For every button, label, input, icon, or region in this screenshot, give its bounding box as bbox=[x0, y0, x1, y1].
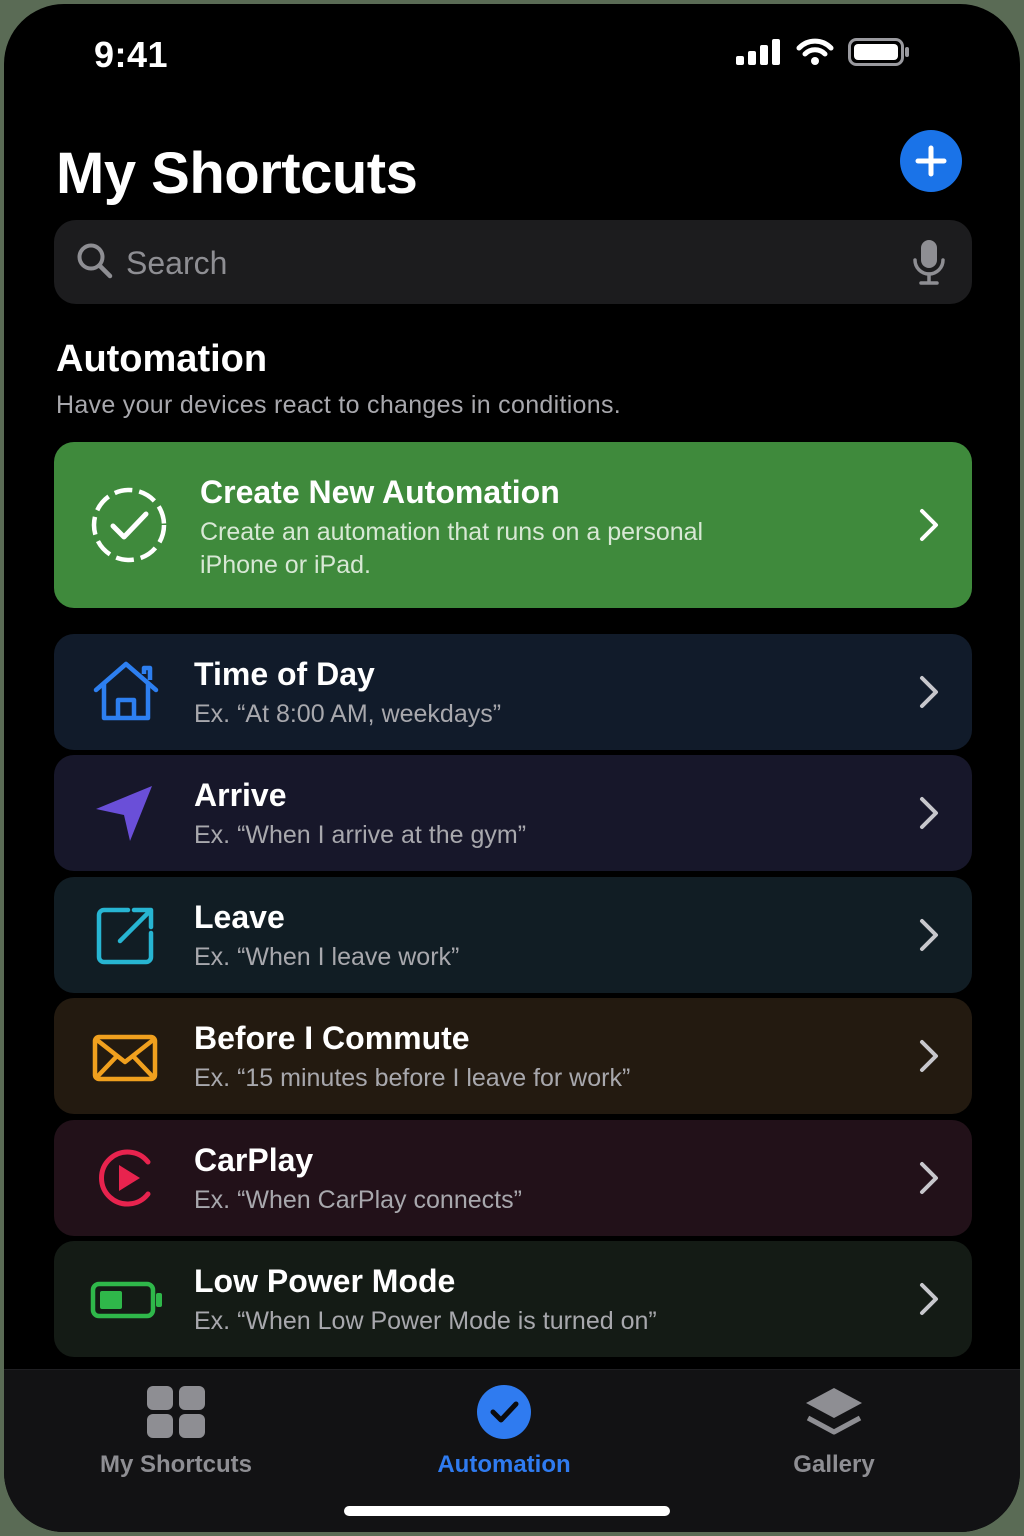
section-title: Automation bbox=[56, 338, 268, 380]
arrow-up-right-square-icon bbox=[96, 907, 154, 965]
trigger-desc: Ex. “At 8:00 AM, weekdays” bbox=[194, 700, 502, 728]
create-automation-desc: Create an automation that runs on a pers… bbox=[200, 518, 704, 579]
trigger-row-leave[interactable]: Leave Ex. “When I leave work” bbox=[54, 877, 972, 993]
trigger-title: CarPlay bbox=[194, 1142, 314, 1178]
envelope-icon bbox=[92, 1034, 158, 1082]
trigger-desc: Ex. “When I arrive at the gym” bbox=[194, 821, 527, 849]
chevron-right-icon bbox=[920, 1162, 938, 1194]
status-icons bbox=[736, 38, 910, 66]
arrive-icon-wrap bbox=[94, 783, 156, 848]
chevron-right-icon bbox=[920, 676, 938, 708]
trigger-row-time-of-day[interactable]: Time of Day Ex. “At 8:00 AM, weekdays” bbox=[54, 634, 972, 750]
commute-icon-wrap bbox=[92, 1034, 158, 1087]
tab-label: Gallery bbox=[793, 1451, 875, 1478]
trigger-title: Leave bbox=[194, 899, 285, 935]
trigger-desc: Ex. “15 minutes before I leave for work” bbox=[194, 1064, 631, 1092]
leave-icon-wrap bbox=[96, 907, 156, 970]
cellular-signal-icon bbox=[736, 39, 780, 65]
location-arrow-icon bbox=[96, 786, 152, 841]
create-automation-card[interactable]: Create New Automation Create an automati… bbox=[54, 442, 972, 608]
create-icon-wrap bbox=[90, 486, 168, 569]
play-circle-icon bbox=[99, 1149, 151, 1207]
chevron-right-icon bbox=[920, 509, 938, 541]
section-subtitle: Have your devices react to changes in co… bbox=[56, 391, 622, 419]
chevron-right-icon bbox=[920, 797, 938, 829]
layers-icon bbox=[806, 1388, 862, 1435]
page-title: My Shortcuts bbox=[56, 141, 418, 206]
status-bar: 9:41 bbox=[4, 4, 1020, 104]
trigger-row-arrive[interactable]: Arrive Ex. “When I arrive at the gym” bbox=[54, 755, 972, 871]
wifi-icon bbox=[796, 38, 834, 65]
microphone-icon[interactable] bbox=[912, 238, 946, 286]
battery-low-icon bbox=[90, 1281, 162, 1319]
tab-label: Automation bbox=[437, 1451, 571, 1478]
checkmark-circle-icon bbox=[477, 1385, 531, 1439]
status-time: 9:41 bbox=[94, 34, 169, 75]
search-bar[interactable] bbox=[54, 220, 972, 304]
tab-my-shortcuts[interactable]: My Shortcuts bbox=[56, 1384, 296, 1479]
trigger-title: Low Power Mode bbox=[194, 1263, 456, 1299]
trigger-row-low-power-mode[interactable]: Low Power Mode Ex. “When Low Power Mode … bbox=[54, 1241, 972, 1357]
chevron-right-icon bbox=[920, 919, 938, 951]
trigger-title: Before I Commute bbox=[194, 1020, 470, 1056]
time-of-day-icon-wrap bbox=[92, 660, 160, 727]
low-power-icon-wrap bbox=[90, 1281, 164, 1324]
battery-icon bbox=[848, 38, 909, 66]
house-icon bbox=[93, 661, 159, 721]
trigger-desc: Ex. “When CarPlay connects” bbox=[194, 1186, 522, 1214]
grid-icon bbox=[147, 1386, 205, 1438]
tab-automation[interactable]: Automation bbox=[384, 1384, 624, 1479]
trigger-row-before-commute[interactable]: Before I Commute Ex. “15 minutes before … bbox=[54, 998, 972, 1114]
dashed-checkmark-circle-icon bbox=[91, 487, 167, 563]
phone-screen: 9:41 My Shortcuts Search Automation Have… bbox=[4, 4, 1020, 1532]
search-icon bbox=[77, 243, 113, 279]
home-indicator[interactable] bbox=[344, 1506, 670, 1516]
tab-gallery[interactable]: Gallery bbox=[714, 1384, 954, 1479]
trigger-desc: Ex. “When I leave work” bbox=[194, 943, 460, 971]
trigger-title: Time of Day bbox=[194, 656, 375, 692]
plus-icon bbox=[915, 145, 947, 177]
trigger-row-carplay[interactable]: CarPlay Ex. “When CarPlay connects” bbox=[54, 1120, 972, 1236]
chevron-right-icon bbox=[920, 1283, 938, 1315]
trigger-desc: Ex. “When Low Power Mode is turned on” bbox=[194, 1307, 657, 1335]
carplay-icon-wrap bbox=[96, 1148, 156, 1213]
search-input[interactable] bbox=[124, 234, 888, 292]
chevron-right-icon bbox=[920, 1040, 938, 1072]
create-automation-title: Create New Automation bbox=[200, 474, 560, 510]
tab-label: My Shortcuts bbox=[99, 1451, 252, 1478]
add-shortcut-button[interactable] bbox=[900, 130, 962, 192]
trigger-title: Arrive bbox=[194, 777, 287, 813]
